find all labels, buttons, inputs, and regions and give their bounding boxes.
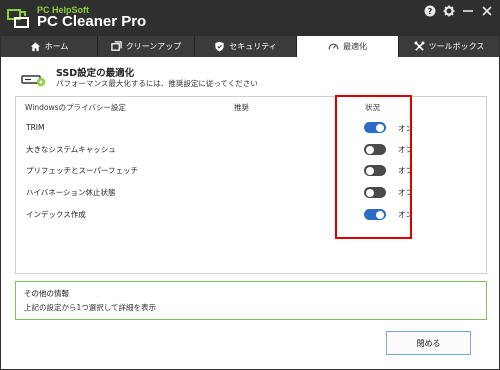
- tab-home[interactable]: ホーム: [1, 36, 98, 57]
- app-window: PC HelpSoft PC Cleaner Pro ? ホーム クリーンアップ: [0, 0, 500, 370]
- close-button[interactable]: 閉める: [386, 331, 471, 355]
- svg-text:?: ?: [428, 7, 433, 16]
- tab-label: ツールボックス: [428, 42, 485, 51]
- toggle-state-large-system-cache: オフ: [398, 145, 413, 154]
- toggle-state-hibernation: オフ: [398, 188, 413, 197]
- column-header-status: 状況: [365, 103, 380, 112]
- tab-cleanup[interactable]: クリーンアップ: [98, 36, 195, 57]
- close-icon[interactable]: [480, 4, 494, 18]
- toggle-state-indexing: オン: [398, 210, 413, 219]
- column-header-setting: Windowsのプライバシー設定: [25, 103, 126, 112]
- app-title: PC Cleaner Pro: [37, 13, 147, 30]
- row-label-prefetch-superfetch: プリフェッチとスーパーフェッチ: [26, 166, 138, 175]
- toggle-trim[interactable]: [364, 122, 386, 133]
- tab-toolbox[interactable]: ツールボックス: [399, 36, 499, 57]
- settings-table: Windowsのプライバシー設定 推奨 状況 TRIM オン 大きなシステムキャ…: [15, 96, 487, 274]
- app-logo-icon: [7, 9, 29, 28]
- tab-label: ホーム: [44, 42, 69, 51]
- cleanup-icon: [110, 41, 122, 51]
- toggle-state-trim: オン: [398, 124, 413, 133]
- home-icon: [30, 42, 40, 52]
- toggle-indexing[interactable]: [364, 209, 386, 220]
- row-label-large-system-cache: 大きなシステムキャッシュ: [26, 145, 116, 154]
- shield-icon: [215, 41, 224, 52]
- toggle-knob: [366, 166, 374, 175]
- toggle-knob: [366, 188, 374, 197]
- toggle-knob: [376, 123, 384, 132]
- title-bar: PC HelpSoft PC Cleaner Pro ?: [0, 0, 500, 36]
- info-title: その他の情報: [24, 289, 69, 298]
- window-controls: ?: [423, 4, 494, 18]
- optimize-panel: SSD設定の最適化 パフォーマンス最大化するには、推奨設定に従ってください Wi…: [1, 57, 499, 369]
- toggle-large-system-cache[interactable]: [364, 144, 386, 155]
- tab-security[interactable]: セキュリティ: [195, 36, 297, 57]
- row-label-hibernation: ハイバネーション休止状態: [26, 188, 116, 197]
- tab-label: クリーンアップ: [125, 42, 182, 51]
- page-subtitle: パフォーマンス最大化するには、推奨設定に従ってください: [56, 79, 258, 88]
- info-subtitle: 上記の設定から1つ選択して詳細を表示: [24, 303, 157, 312]
- tools-icon: [414, 41, 425, 51]
- column-header-recommended: 推奨: [234, 103, 249, 112]
- row-label-indexing: インデックス作成: [26, 210, 86, 219]
- toggle-knob: [376, 210, 384, 219]
- toggle-state-prefetch-superfetch: オフ: [398, 166, 413, 175]
- main-tabs: ホーム クリーンアップ セキュリティ 最適化 ツールボックス: [0, 36, 500, 57]
- tab-label: 最適化: [343, 42, 367, 51]
- page-title: SSD設定の最適化: [56, 68, 135, 79]
- ssd-drive-icon: [21, 75, 46, 87]
- row-label-trim: TRIM: [26, 123, 45, 132]
- toggle-knob: [366, 145, 374, 154]
- tab-optimize[interactable]: 最適化: [297, 36, 399, 57]
- tab-label: セキュリティ: [229, 42, 277, 51]
- info-panel: その他の情報 上記の設定から1つ選択して詳細を表示: [15, 281, 487, 320]
- toggle-hibernation[interactable]: [364, 187, 386, 198]
- help-icon[interactable]: ?: [423, 4, 437, 18]
- minimize-icon[interactable]: [461, 4, 475, 18]
- toggle-prefetch-superfetch[interactable]: [364, 165, 386, 176]
- gear-icon[interactable]: [442, 4, 456, 18]
- speedometer-icon: [328, 43, 339, 50]
